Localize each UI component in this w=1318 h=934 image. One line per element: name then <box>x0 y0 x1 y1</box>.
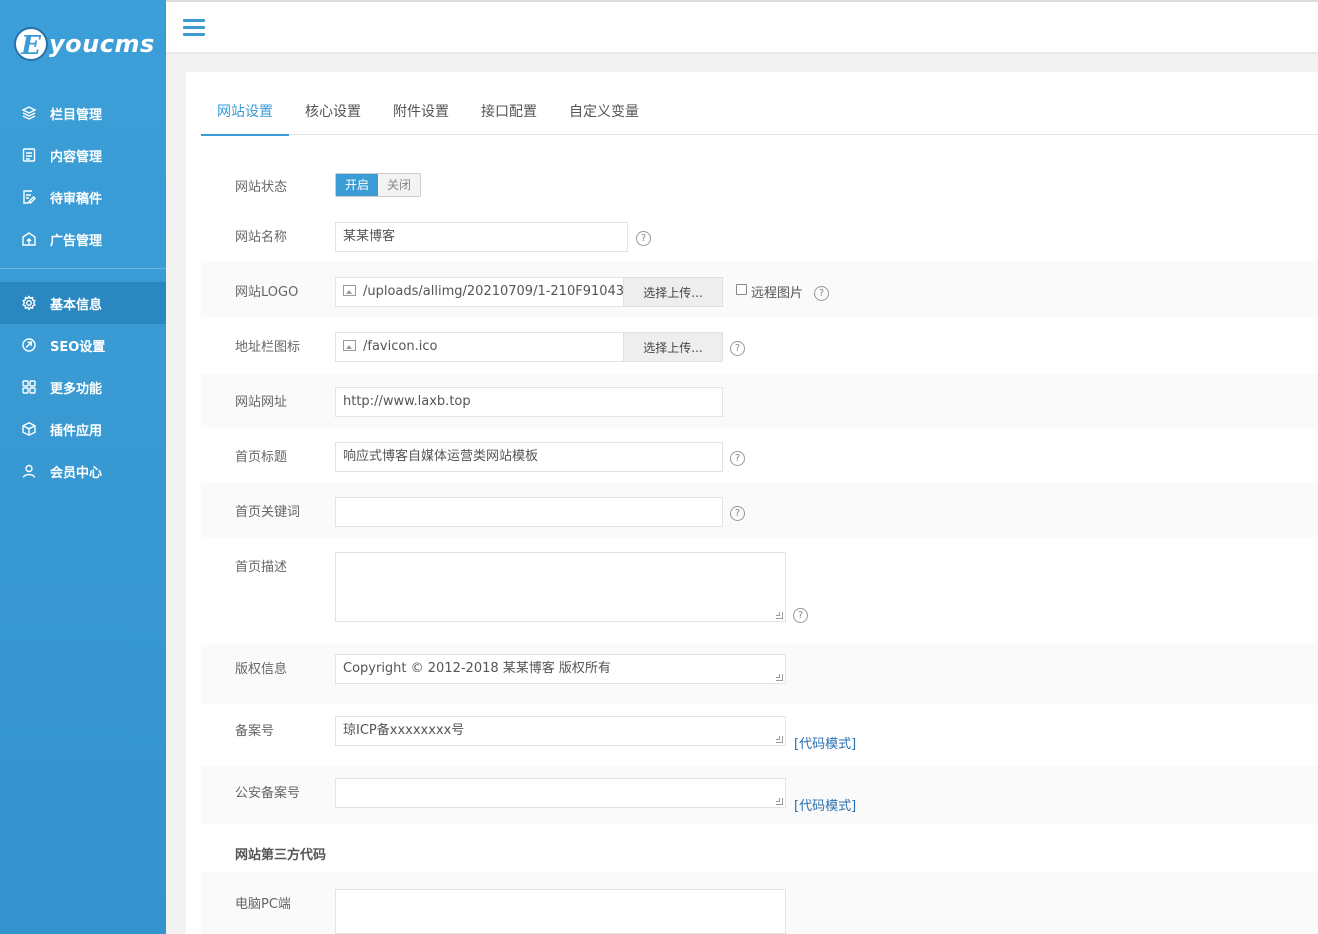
copyright-textarea[interactable]: Copyright © 2012-2018 某某博客 版权所有 <box>335 654 786 684</box>
document-icon <box>20 146 38 164</box>
site-logo-path: /uploads/allimg/20210709/1-210F91043 <box>363 284 625 299</box>
sidebar-item-pending[interactable]: 待审稿件 <box>0 176 166 218</box>
sidebar-item-label: 内容管理 <box>50 149 103 165</box>
sidebar-item-label: 待审稿件 <box>50 191 103 207</box>
sidebar-divider <box>0 268 166 269</box>
sidebar-item-columns[interactable]: 栏目管理 <box>0 92 166 134</box>
settings-tabs: 网站设置 核心设置 附件设置 接口配置 自定义变量 <box>201 90 1318 136</box>
help-icon[interactable]: ? <box>730 506 745 521</box>
status-on-option[interactable]: 开启 <box>336 174 378 196</box>
favicon-label: 地址栏图标 <box>235 340 301 355</box>
favicon-path: /favicon.ico <box>363 339 438 354</box>
site-status-label: 网站状态 <box>235 180 288 195</box>
remote-image-label: 远程图片 <box>751 286 804 301</box>
site-name-label: 网站名称 <box>235 230 288 245</box>
sidebar-item-label: 广告管理 <box>50 233 103 249</box>
icp-textarea[interactable]: 琼ICP备xxxxxxxx号 <box>335 716 786 746</box>
sidebar-nav-secondary: 基本信息 SEO设置 更多功能 插件应用 会员中心 <box>0 282 166 492</box>
sidebar-item-label: 更多功能 <box>50 381 103 397</box>
layers-icon <box>20 104 38 122</box>
menu-toggle-icon[interactable] <box>183 19 205 37</box>
edit-document-icon <box>20 188 38 206</box>
ad-icon <box>20 230 38 248</box>
sidebar-item-more[interactable]: 更多功能 <box>0 366 166 408</box>
settings-panel: 网站设置 核心设置 附件设置 接口配置 自定义变量 网站状态 开启 关闭 网站名… <box>186 72 1318 934</box>
pc-code-label: 电脑PC端 <box>235 897 291 912</box>
image-icon <box>343 340 356 351</box>
resize-handle-icon[interactable] <box>775 736 784 743</box>
police-label: 公安备案号 <box>235 786 301 801</box>
sidebar-item-content[interactable]: 内容管理 <box>0 134 166 176</box>
sidebar-item-ads[interactable]: 广告管理 <box>0 218 166 260</box>
sidebar-item-label: SEO设置 <box>50 339 106 355</box>
icp-code-mode-link[interactable]: [代码模式] <box>794 733 856 752</box>
tab-attachment-settings[interactable]: 附件设置 <box>377 90 465 135</box>
tab-custom-variables[interactable]: 自定义变量 <box>553 90 655 135</box>
tab-api-config[interactable]: 接口配置 <box>465 90 553 135</box>
favicon-upload-button[interactable]: 选择上传... <box>623 332 723 362</box>
third-party-heading: 网站第三方代码 <box>235 848 327 863</box>
home-description-textarea[interactable] <box>335 552 786 622</box>
seo-icon <box>20 336 38 354</box>
pc-code-textarea[interactable] <box>335 889 786 934</box>
home-keywords-input[interactable] <box>335 497 723 527</box>
home-description-label: 首页描述 <box>235 560 288 575</box>
logo-mark: E <box>14 27 48 61</box>
sidebar-item-label: 栏目管理 <box>50 107 103 123</box>
sidebar-item-plugins[interactable]: 插件应用 <box>0 408 166 450</box>
site-url-input[interactable]: http://www.laxb.top <box>335 387 723 417</box>
sidebar: E youcms 栏目管理 内容管理 待审稿件 广告管理 基本信息 SEO设置 … <box>0 0 166 934</box>
icp-value: 琼ICP备xxxxxxxx号 <box>343 723 465 738</box>
police-code-mode-link[interactable]: [代码模式] <box>794 795 856 814</box>
site-url-label: 网站网址 <box>235 395 288 410</box>
help-icon[interactable]: ? <box>636 231 651 246</box>
police-textarea[interactable] <box>335 778 786 808</box>
resize-handle-icon[interactable] <box>775 612 784 619</box>
help-icon[interactable]: ? <box>730 451 745 466</box>
grid-icon <box>20 378 38 396</box>
user-icon <box>20 462 38 480</box>
home-title-input[interactable]: 响应式博客自媒体运营类网站模板 <box>335 442 723 472</box>
favicon-input[interactable]: /favicon.ico <box>335 332 625 362</box>
logo-upload-button[interactable]: 选择上传... <box>623 277 723 307</box>
sidebar-item-label: 基本信息 <box>50 297 103 313</box>
sidebar-nav-primary: 栏目管理 内容管理 待审稿件 广告管理 <box>0 92 166 260</box>
icp-label: 备案号 <box>235 724 275 739</box>
copyright-value: Copyright © 2012-2018 某某博客 版权所有 <box>343 661 611 676</box>
site-status-switch[interactable]: 开启 关闭 <box>335 173 421 197</box>
sidebar-item-seo[interactable]: SEO设置 <box>0 324 166 366</box>
copyright-label: 版权信息 <box>235 662 288 677</box>
home-keywords-label: 首页关键词 <box>235 505 301 520</box>
home-title-label: 首页标题 <box>235 450 288 465</box>
image-icon <box>343 285 356 296</box>
logo[interactable]: E youcms <box>14 24 155 64</box>
site-name-input[interactable]: 某某博客 <box>335 222 628 252</box>
top-bar <box>166 0 1318 52</box>
gear-icon <box>20 294 38 312</box>
site-logo-label: 网站LOGO <box>235 285 299 300</box>
sidebar-item-basic-info[interactable]: 基本信息 <box>0 282 166 324</box>
remote-image-checkbox[interactable] <box>736 284 747 295</box>
tab-core-settings[interactable]: 核心设置 <box>289 90 377 135</box>
status-off-option[interactable]: 关闭 <box>378 174 420 196</box>
logo-text: youcms <box>49 30 155 58</box>
site-logo-input[interactable]: /uploads/allimg/20210709/1-210F91043 <box>335 277 625 307</box>
resize-handle-icon[interactable] <box>775 674 784 681</box>
box-icon <box>20 420 38 438</box>
tab-site-settings[interactable]: 网站设置 <box>201 90 289 136</box>
sidebar-item-label: 插件应用 <box>50 423 103 439</box>
sidebar-item-members[interactable]: 会员中心 <box>0 450 166 492</box>
sidebar-item-label: 会员中心 <box>50 465 103 481</box>
resize-handle-icon[interactable] <box>775 798 784 805</box>
help-icon[interactable]: ? <box>730 341 745 356</box>
help-icon[interactable]: ? <box>793 608 808 623</box>
help-icon[interactable]: ? <box>814 286 829 301</box>
